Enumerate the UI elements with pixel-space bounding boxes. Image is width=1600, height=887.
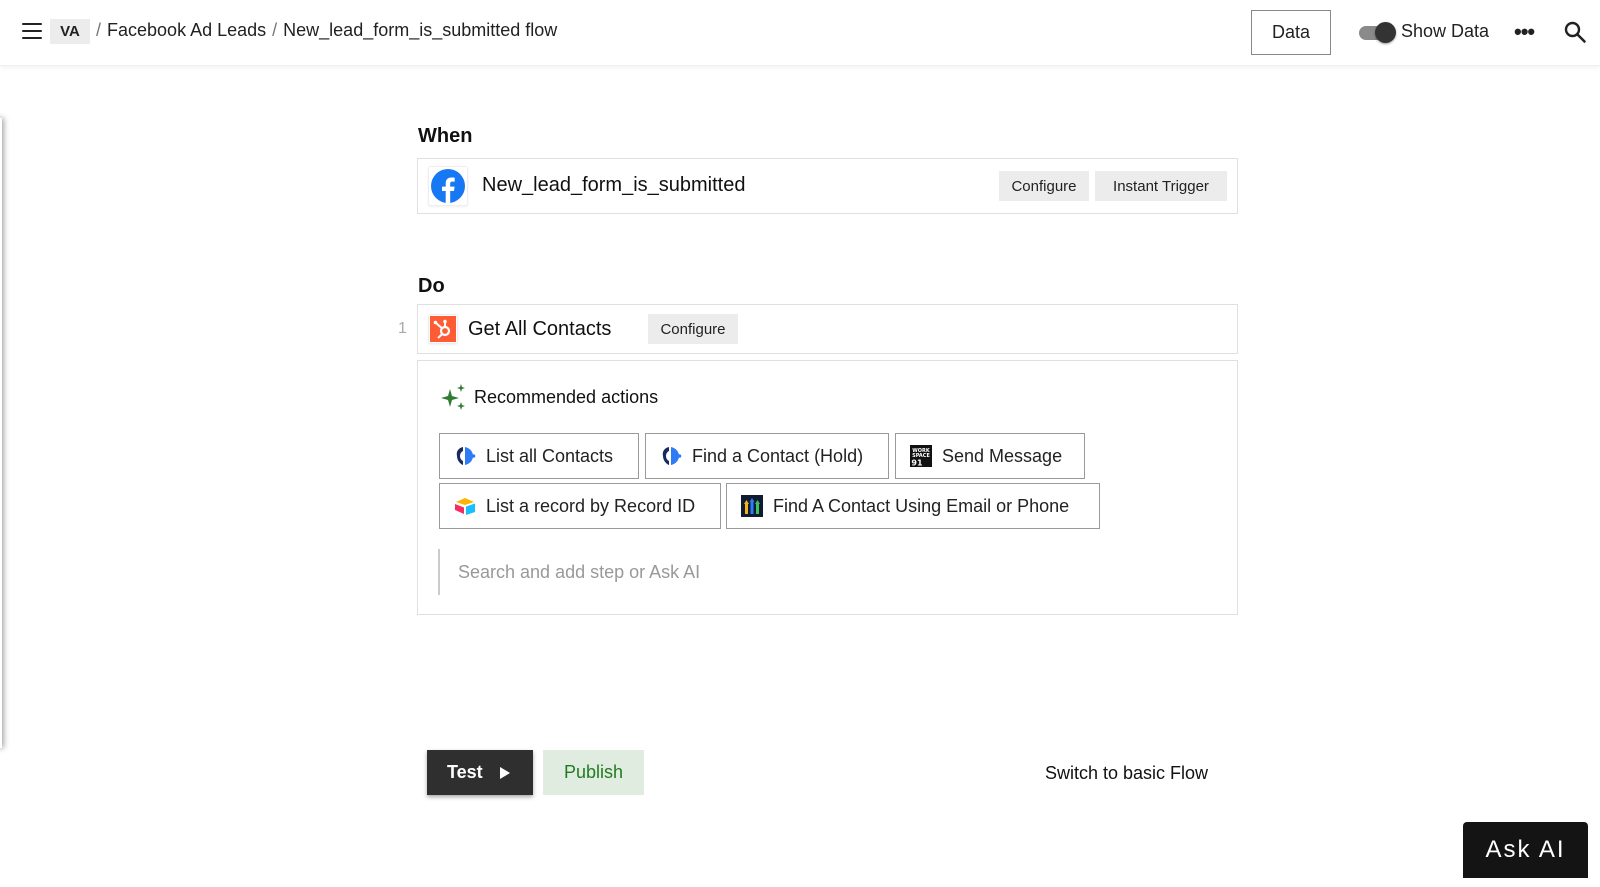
workspace-badge[interactable]: VA (50, 19, 90, 44)
top-bar: VA / Facebook Ad Leads / New_lead_form_i… (0, 0, 1600, 66)
instant-trigger-badge[interactable]: Instant Trigger (1095, 171, 1227, 201)
breadcrumb-current-flow[interactable]: New_lead_form_is_submitted flow (283, 20, 557, 41)
breadcrumb-separator: / (96, 20, 102, 40)
breadcrumb: / Facebook Ad Leads / New_lead_form_is_s… (96, 20, 557, 41)
trigger-configure-button[interactable]: Configure (999, 171, 1089, 201)
step-app-icon-box (428, 314, 458, 344)
breadcrumb-separator: / (272, 20, 278, 40)
step-number: 1 (398, 320, 407, 337)
facebook-icon (431, 169, 465, 203)
action-list-all-contacts[interactable]: List all Contacts (439, 433, 639, 479)
workspace91-icon: WORK SPACE 91 (910, 445, 932, 467)
trigger-app-icon-box (428, 166, 468, 206)
action-label: Send Message (942, 445, 1063, 466)
airtable-icon (454, 495, 476, 517)
action-find-a-contact-hold[interactable]: Find a Contact (Hold) (645, 433, 889, 479)
search-step-field[interactable] (438, 549, 1218, 595)
test-button[interactable]: Test (427, 750, 533, 795)
breadcrumb-folder[interactable]: Facebook Ad Leads (107, 20, 266, 41)
publish-button[interactable]: Publish (543, 750, 644, 795)
step-name: Get All Contacts (468, 318, 612, 340)
ask-ai-button[interactable]: Ask AI (1463, 822, 1588, 878)
app-logo-icon (660, 445, 682, 467)
search-icon[interactable] (1563, 20, 1587, 44)
sparkle-icon (441, 384, 465, 410)
play-icon (499, 766, 510, 779)
svg-text:91: 91 (911, 459, 923, 468)
step-card[interactable]: Get All Contacts Configure (417, 304, 1238, 354)
action-label: List a record by Record ID (486, 495, 696, 516)
action-label: Find A Contact Using Email or Phone (773, 495, 1070, 516)
when-label: When (418, 125, 473, 147)
step-configure-button[interactable]: Configure (648, 314, 738, 344)
action-find-contact-email-phone[interactable]: Find A Contact Using Email or Phone (726, 483, 1100, 529)
action-label: Find a Contact (Hold) (692, 445, 864, 466)
trigger-card[interactable]: New_lead_form_is_submitted Configure Ins… (417, 158, 1238, 214)
hubspot-icon (430, 316, 456, 342)
trigger-name: New_lead_form_is_submitted (482, 174, 746, 196)
action-send-message[interactable]: WORK SPACE 91 Send Message (895, 433, 1085, 479)
show-data-label: Show Data (1401, 21, 1490, 41)
side-panel-edge (0, 118, 2, 748)
more-icon[interactable]: ••• (1514, 21, 1542, 43)
data-button[interactable]: Data (1251, 10, 1331, 55)
search-step-input[interactable] (440, 549, 1218, 595)
toggle-knob (1375, 22, 1396, 43)
do-label: Do (418, 275, 445, 297)
recommended-actions-title: Recommended actions (474, 387, 659, 407)
action-label: List all Contacts (486, 445, 614, 466)
show-data-toggle[interactable] (1359, 22, 1396, 43)
gohighlevel-icon (741, 495, 763, 517)
hamburger-icon[interactable] (22, 23, 42, 39)
test-label: Test (447, 762, 483, 782)
app-logo-icon (454, 445, 476, 467)
recommended-actions-panel: Recommended actions List all Contacts Fi… (417, 360, 1238, 615)
action-list-a-record-by-record-id[interactable]: List a record by Record ID (439, 483, 721, 529)
switch-to-basic-flow-link[interactable]: Switch to basic Flow (1045, 763, 1208, 784)
